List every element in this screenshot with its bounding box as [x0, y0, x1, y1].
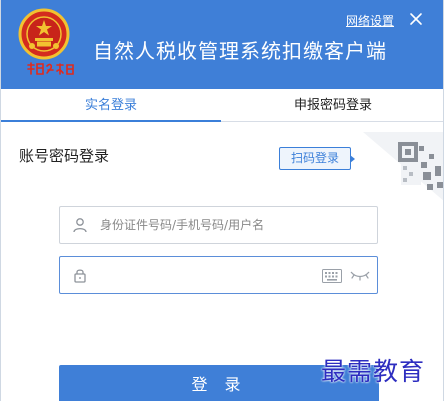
qr-code-icon[interactable] — [363, 132, 444, 202]
tab-declaration-password-login[interactable]: 申报密码登录 — [221, 89, 443, 122]
section-title: 账号密码登录 — [19, 147, 110, 165]
tax-logo-lettering — [27, 62, 74, 75]
scan-login-button[interactable]: 扫码登录 — [279, 147, 355, 170]
password-field — [59, 256, 378, 294]
national-emblem-icon — [18, 8, 70, 60]
username-input[interactable] — [100, 215, 340, 235]
title-bar: 自然人税收管理系统扣缴客户端 网络设置 — [1, 0, 443, 89]
username-field — [59, 206, 378, 244]
lock-icon — [74, 269, 86, 283]
keyboard-icon[interactable] — [322, 269, 342, 283]
app-title: 自然人税收管理系统扣缴客户端 — [93, 39, 387, 63]
tab-real-name-login[interactable]: 实名登录 — [1, 89, 221, 122]
watermark-text: 最需教育 — [321, 357, 426, 386]
password-input[interactable] — [100, 265, 340, 285]
login-window: 自然人税收管理系统扣缴客户端 网络设置 实名登录 申报密码登录 账号密码登录 扫… — [0, 0, 444, 401]
user-icon — [73, 218, 87, 233]
network-settings-link[interactable]: 网络设置 — [346, 12, 394, 29]
eye-closed-icon[interactable] — [350, 269, 370, 281]
close-icon[interactable] — [407, 10, 425, 28]
login-tabs: 实名登录 申报密码登录 — [1, 89, 443, 122]
